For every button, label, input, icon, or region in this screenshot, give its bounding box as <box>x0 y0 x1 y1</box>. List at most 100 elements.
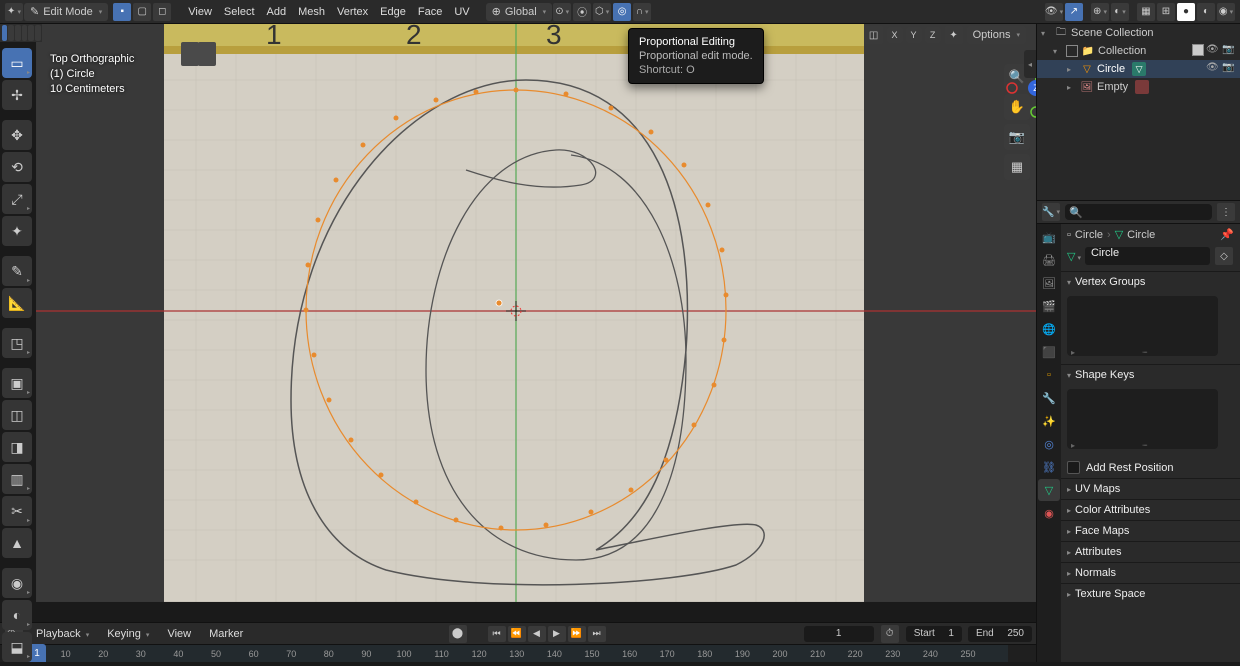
end-frame-field[interactable]: End 250 <box>968 626 1032 642</box>
face-maps-header[interactable]: ▸Face Maps <box>1061 521 1240 541</box>
menu-face[interactable]: Face <box>412 6 448 18</box>
shading-solid[interactable]: ● <box>1177 3 1195 21</box>
auto-keying-toggle[interactable]: ⬤ <box>449 625 467 643</box>
color-attributes-header[interactable]: ▸Color Attributes <box>1061 500 1240 520</box>
play-reverse-button[interactable]: ◀ <box>528 626 546 642</box>
tab-modifiers[interactable]: 🔧 <box>1038 387 1060 409</box>
add-rest-position-row[interactable]: Add Rest Position <box>1061 457 1240 478</box>
mirror-y[interactable]: Y <box>906 27 922 43</box>
menu-select[interactable]: Select <box>218 6 261 18</box>
tab-view-layer[interactable]: 🖼 <box>1038 272 1060 294</box>
editor-type-dropdown[interactable]: ✦▾ <box>5 3 23 21</box>
tool-rotate[interactable]: ⟲ <box>2 152 32 182</box>
mirror-x[interactable]: X <box>887 27 903 43</box>
mesh-visibility[interactable]: 👁▾ <box>1045 3 1063 21</box>
sel-box-icon[interactable] <box>8 25 14 41</box>
properties-options[interactable]: ⋮ <box>1217 203 1235 221</box>
snap-toggle[interactable]: ⦿ <box>573 3 591 21</box>
tool-add-cube[interactable]: ◳▸ <box>2 328 32 358</box>
pin-icon[interactable]: 📌 <box>1220 228 1234 241</box>
tool-spin[interactable]: ◉▸ <box>2 568 32 598</box>
menu-mesh[interactable]: Mesh <box>292 6 331 18</box>
tab-particles[interactable]: ✨ <box>1038 410 1060 432</box>
clock-icon[interactable]: ⏱ <box>881 625 899 643</box>
tool-scale[interactable]: ⤢▸ <box>2 184 32 214</box>
tool-bevel[interactable]: ◨ <box>2 432 32 462</box>
keyframe-next-button[interactable]: ⏩ <box>568 626 586 642</box>
playback-menu[interactable]: Playback ▾ <box>30 628 95 640</box>
proportional-falloff-dropdown[interactable]: ∩▾ <box>633 3 651 21</box>
properties-search[interactable]: 🔍 <box>1065 204 1212 220</box>
fake-user-toggle[interactable]: ◇ <box>1215 247 1233 265</box>
sel-lasso-icon[interactable] <box>22 25 28 41</box>
tool-inset[interactable]: ◫ <box>2 400 32 430</box>
menu-view[interactable]: View <box>182 6 218 18</box>
marker-menu[interactable]: Marker <box>203 628 249 640</box>
select-mode-vertex[interactable]: ▪ <box>113 3 131 21</box>
play-button[interactable]: ▶ <box>548 626 566 642</box>
transform-orientation[interactable]: ⊕ Global ▾ <box>486 3 553 21</box>
data-name-input[interactable]: Circle <box>1085 247 1210 265</box>
tool-move[interactable]: ✥ <box>2 120 32 150</box>
tool-loop-cut[interactable]: ▥▸ <box>2 464 32 494</box>
tool-select-box[interactable]: ▭▸ <box>2 48 32 78</box>
3d-viewport[interactable]: 1 2 3 <box>36 20 1036 602</box>
vertex-groups-list[interactable]: ▸ ┉ <box>1067 296 1218 356</box>
menu-uv[interactable]: UV <box>448 6 475 18</box>
menu-edge[interactable]: Edge <box>374 6 412 18</box>
circle-object-row[interactable]: ▸ ▽ Circle ▽ 👁 📷 <box>1037 60 1240 78</box>
tool-edge-slide[interactable]: ⬓▸ <box>2 632 32 662</box>
options-dropdown[interactable]: Options▾ <box>967 26 1026 44</box>
timeline-ruler[interactable]: 0102030405060708090100110120130140150160… <box>0 644 1036 662</box>
checkbox-icon[interactable] <box>1067 461 1080 474</box>
n-panel-toggle[interactable]: ◂ <box>1024 50 1036 78</box>
jump-end-button[interactable]: ⏭ <box>588 626 606 642</box>
auto-merge-icon[interactable]: ✦ <box>945 26 963 44</box>
sel-more-icon[interactable] <box>35 25 41 41</box>
xray-toggle[interactable]: ▦ <box>1137 3 1155 21</box>
attributes-header[interactable]: ▸Attributes <box>1061 542 1240 562</box>
tab-constraints[interactable]: ⛓ <box>1038 456 1060 478</box>
normals-header[interactable]: ▸Normals <box>1061 563 1240 583</box>
tab-output[interactable]: 🖨 <box>1038 249 1060 271</box>
scene-collection-row[interactable]: ▾ 🗀 Scene Collection <box>1037 24 1240 42</box>
shading-rendered[interactable]: ◉▾ <box>1217 3 1235 21</box>
overlays-toggle[interactable]: ◐▾ <box>1111 3 1129 21</box>
tab-world[interactable]: 🌐 <box>1038 318 1060 340</box>
mesh-symmetry-icon[interactable]: ◫ <box>865 26 883 44</box>
collection-row[interactable]: ▾ 📁 Collection 👁 📷 <box>1037 42 1240 60</box>
snap-dropdown[interactable]: ⬡▾ <box>593 3 611 21</box>
menu-add[interactable]: Add <box>261 6 293 18</box>
tool-knife[interactable]: ✂▸ <box>2 496 32 526</box>
tab-mesh-data[interactable]: ▽ <box>1038 479 1060 501</box>
sel-all-icon[interactable] <box>2 25 8 41</box>
shape-keys-list[interactable]: ▸ ┉ <box>1067 389 1218 449</box>
gizmo-toggle[interactable]: ⊕▾ <box>1091 3 1109 21</box>
tool-cursor[interactable]: ✢ <box>2 80 32 110</box>
timeline-view-menu[interactable]: View <box>161 628 197 640</box>
tool-poly-build[interactable]: ▲ <box>2 528 32 558</box>
tool-annotate[interactable]: ✎▸ <box>2 256 32 286</box>
tool-extrude[interactable]: ▣▸ <box>2 368 32 398</box>
start-frame-field[interactable]: Start 1 <box>906 626 962 642</box>
tab-scene[interactable]: 🎬 <box>1038 295 1060 317</box>
tab-physics[interactable]: ◎ <box>1038 433 1060 455</box>
sel-tweak-icon[interactable] <box>28 25 34 41</box>
mirror-z[interactable]: Z <box>925 27 941 43</box>
eye-icon[interactable]: 👁 <box>1206 62 1220 76</box>
sel-circle-icon[interactable] <box>15 25 21 41</box>
current-frame-field[interactable]: 1 <box>804 626 874 642</box>
jump-start-button[interactable]: ⏮ <box>488 626 506 642</box>
properties-editor-type[interactable]: 🔧▾ <box>1042 203 1060 221</box>
keyframe-prev-button[interactable]: ⏪ <box>508 626 526 642</box>
empty-object-row[interactable]: ▸ 🖼 Empty <box>1037 78 1240 96</box>
mesh-select-mode[interactable]: ↗ <box>1065 3 1083 21</box>
camera-view-button[interactable]: 📷 <box>1004 124 1030 150</box>
eye-icon[interactable]: 👁 <box>1206 44 1220 58</box>
mode-select[interactable]: ✎ Edit Mode ▾ <box>24 3 108 21</box>
perspective-toggle[interactable]: ▦ <box>1004 154 1030 180</box>
proportional-editing-toggle[interactable]: ◎ <box>613 3 631 21</box>
pivot-dropdown[interactable]: ⊙▾ <box>553 3 571 21</box>
tab-object[interactable]: ▫ <box>1038 364 1060 386</box>
texture-space-header[interactable]: ▸Texture Space <box>1061 584 1240 604</box>
